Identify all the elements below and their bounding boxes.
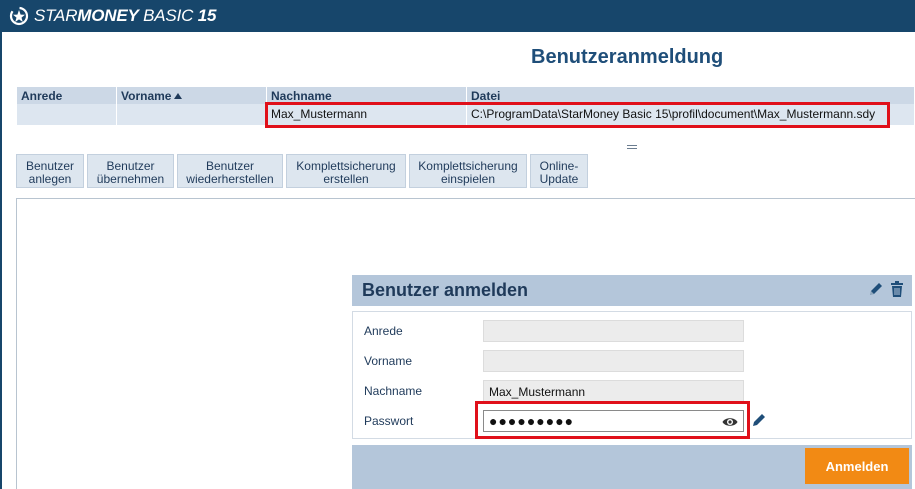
field-row-passwort: Passwort [364, 410, 484, 432]
cell-anrede [17, 104, 117, 125]
restore-user-button[interactable]: Benutzer wiederherstellen [177, 154, 283, 188]
online-update-button[interactable]: Online- Update [530, 154, 588, 188]
import-user-button[interactable]: Benutzer übernehmen [87, 154, 174, 188]
anrede-label: Anrede [364, 324, 403, 338]
login-panel-footer: Anmelden [352, 445, 912, 489]
highlight-box-password [475, 401, 750, 439]
field-row-anrede: Anrede [364, 320, 484, 342]
nachname-label: Nachname [364, 384, 423, 398]
create-full-backup-button[interactable]: Komplettsicherung erstellen [286, 154, 406, 188]
anrede-field[interactable] [483, 320, 744, 342]
pencil-icon[interactable] [868, 281, 884, 302]
pencil-icon[interactable] [751, 412, 767, 433]
restore-full-backup-button[interactable]: Komplettsicherung einspielen [409, 154, 527, 188]
toolbar: Benutzer anlegen Benutzer übernehmen Ben… [16, 154, 588, 188]
vorname-field[interactable] [483, 350, 744, 372]
nachname-field[interactable]: Max_Mustermann [483, 380, 744, 402]
app-brand: STARMONEY BASIC 15 [34, 6, 216, 26]
field-row-nachname: Nachname [364, 380, 484, 402]
brand-version: 15 [197, 6, 217, 25]
login-button[interactable]: Anmelden [805, 448, 909, 484]
brand-prefix: STAR [34, 6, 78, 25]
create-user-button[interactable]: Benutzer anlegen [16, 154, 84, 188]
column-header-vorname[interactable]: Vorname [117, 87, 267, 104]
sort-ascending-icon [174, 93, 183, 99]
panel-actions [868, 281, 904, 302]
trash-icon[interactable] [890, 281, 904, 302]
page-title: Benutzeranmeldung [531, 46, 724, 68]
field-row-vorname: Vorname [364, 350, 484, 372]
login-panel-header: Benutzer anmelden [352, 275, 912, 306]
cell-vorname [117, 104, 267, 125]
starmoney-logo-icon [8, 5, 30, 27]
column-header-anrede[interactable]: Anrede [17, 87, 117, 104]
brand-main: MONEY [77, 6, 139, 25]
window-left-border [0, 32, 2, 489]
splitter-handle[interactable] [627, 145, 637, 152]
login-panel-title: Benutzer anmelden [362, 280, 529, 300]
login-panel: Benutzer anmelden Anrede Vorname Nachnam… [352, 275, 912, 489]
brand-suffix: BASIC [138, 6, 198, 25]
passwort-label: Passwort [364, 414, 414, 428]
app-titlebar: STARMONEY BASIC 15 [0, 0, 915, 32]
vorname-label: Vorname [364, 354, 413, 368]
highlight-box-user-row [265, 102, 890, 128]
